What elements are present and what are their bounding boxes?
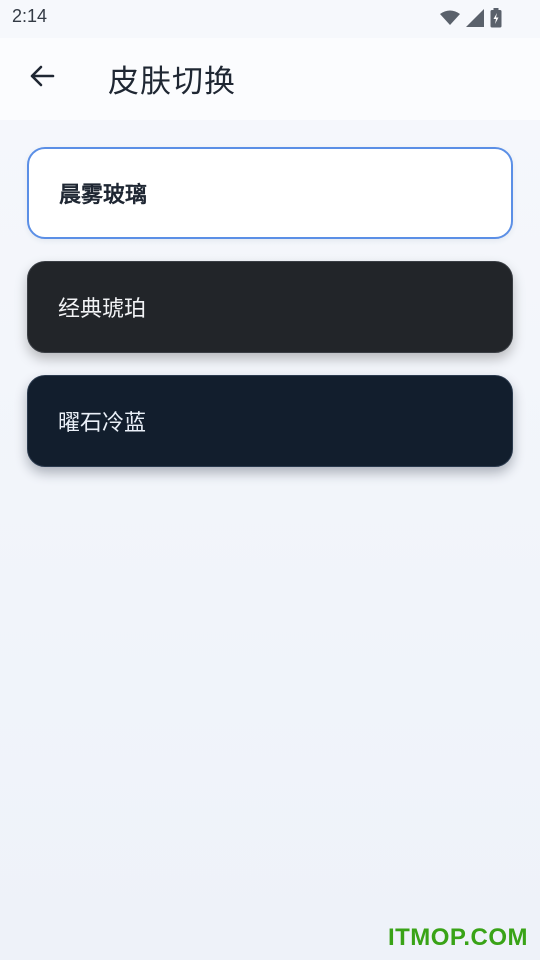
skin-list: 晨雾玻璃 经典琥珀 曜石冷蓝 (27, 147, 513, 489)
app-bar: 皮肤切换 (0, 38, 540, 120)
arrow-left-icon (29, 64, 55, 92)
skin-option-label: 经典琥珀 (58, 297, 147, 322)
wifi-icon (440, 10, 460, 30)
status-bar: 2:14 (0, 0, 540, 38)
watermark: ITMOP.COM (387, 924, 528, 951)
battery-charging-icon (490, 8, 502, 32)
skin-option-label: 晨雾玻璃 (59, 183, 148, 208)
status-icons (440, 8, 502, 32)
back-button[interactable] (22, 58, 62, 98)
skin-option-obsidian-cool-blue[interactable]: 曜石冷蓝 (27, 375, 513, 467)
page-title: 皮肤切换 (108, 64, 236, 100)
skin-option-classic-amber[interactable]: 经典琥珀 (27, 261, 513, 353)
skin-option-label: 曜石冷蓝 (58, 411, 147, 436)
skin-option-morning-mist-glass[interactable]: 晨雾玻璃 (27, 147, 513, 239)
status-time: 2:14 (12, 6, 48, 26)
signal-icon (466, 9, 484, 31)
